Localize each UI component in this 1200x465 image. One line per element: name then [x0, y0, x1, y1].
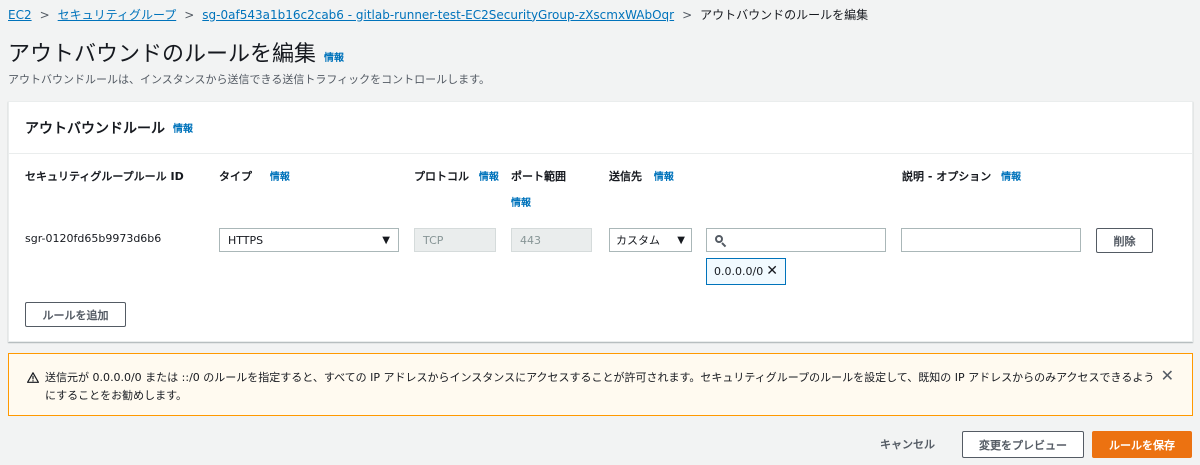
panel-title: アウトバウンドルール [25, 120, 165, 137]
column-header-port-range: ポート範囲 [511, 168, 566, 184]
chevron-right-icon: > [184, 7, 195, 22]
warning-alert: 送信元が 0.0.0.0/0 または ::/0 のルールを指定すると、すべての … [8, 353, 1193, 416]
close-icon[interactable]: ✕ [1161, 366, 1174, 385]
breadcrumb-current: アウトバウンドのルールを編集 [700, 8, 869, 22]
column-header-label: ポート範囲 [511, 170, 566, 183]
column-header-label: 送信先 [609, 170, 642, 183]
column-header-description: 説明 - オプション 情報 [902, 168, 1021, 184]
column-header-rule-id: セキュリティグループルール ID [25, 168, 184, 184]
warning-icon [27, 372, 39, 383]
breadcrumb-link-security-group[interactable]: sg-0af543a1b16c2cab6 - gitlab-runner-tes… [202, 8, 674, 22]
page-description: アウトバウンドルールは、インスタンスから送信できる送信トラフィックをコントロール… [8, 73, 491, 86]
column-header-type: タイプ 情報 [219, 168, 290, 184]
panel-info-link[interactable]: 情報 [173, 120, 193, 135]
destination-info-link[interactable]: 情報 [654, 172, 674, 183]
column-header-protocol: プロトコル 情報 [414, 168, 499, 184]
close-icon[interactable]: ✕ [766, 263, 778, 279]
breadcrumb-link-ec2[interactable]: EC2 [8, 8, 32, 22]
chevron-right-icon: > [682, 7, 693, 22]
caret-down-icon: ▼ [677, 234, 685, 246]
description-input[interactable] [901, 228, 1081, 252]
delete-rule-button[interactable]: 削除 [1096, 228, 1153, 253]
search-icon [715, 234, 726, 246]
port-range-field: 443 [511, 228, 592, 252]
page-header: アウトバウンドのルールを編集 情報 [8, 36, 344, 68]
add-rule-button[interactable]: ルールを追加 [25, 302, 126, 327]
column-header-label: セキュリティグループルール ID [25, 170, 184, 183]
chevron-right-icon: > [39, 7, 50, 22]
rule-id: sgr-0120fd65b9973d6b6 [25, 232, 162, 245]
column-header-label: 説明 - オプション [902, 170, 992, 183]
destination-token-label: 0.0.0.0/0 [714, 265, 764, 278]
port-range-info-link[interactable]: 情報 [511, 194, 531, 209]
column-header-label: プロトコル [414, 170, 469, 183]
destination-token: 0.0.0.0/0 ✕ [706, 258, 786, 285]
breadcrumb-link-security-groups[interactable]: セキュリティグループ [58, 6, 177, 23]
type-select[interactable]: HTTPS ▼ [219, 228, 399, 252]
page-title: アウトバウンドのルールを編集 [8, 42, 317, 67]
breadcrumb: EC2 > セキュリティグループ > sg-0af543a1b16c2cab6 … [8, 6, 868, 23]
column-header-destination: 送信先 情報 [609, 168, 674, 184]
destination-search-input[interactable] [706, 228, 886, 252]
destination-type-select[interactable]: カスタム ▼ [609, 228, 692, 252]
cancel-button[interactable]: キャンセル [880, 436, 935, 452]
description-info-link[interactable]: 情報 [1001, 172, 1021, 183]
protocol-info-link[interactable]: 情報 [479, 172, 499, 183]
warning-text: 送信元が 0.0.0.0/0 または ::/0 のルールを指定すると、すべての … [45, 371, 1155, 402]
panel-header: アウトバウンドルール 情報 [9, 102, 1192, 154]
destination-type-value: カスタム [616, 234, 660, 247]
column-header-label: タイプ [219, 170, 252, 183]
page-info-link[interactable]: 情報 [324, 49, 344, 64]
save-rules-button[interactable]: ルールを保存 [1092, 431, 1192, 458]
preview-changes-button[interactable]: 変更をプレビュー [962, 431, 1084, 458]
type-info-link[interactable]: 情報 [270, 172, 290, 183]
type-select-value: HTTPS [228, 233, 264, 247]
outbound-rules-panel: アウトバウンドルール 情報 セキュリティグループルール ID タイプ 情報 プロ… [8, 101, 1193, 342]
caret-down-icon: ▼ [382, 234, 390, 246]
protocol-field: TCP [414, 228, 496, 252]
